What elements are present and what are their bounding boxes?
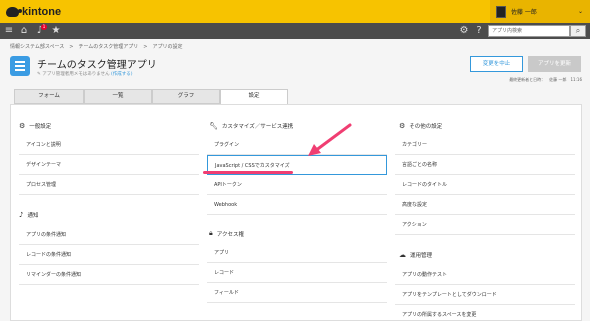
logo-text: kintone [22, 5, 62, 18]
settings-item-actions[interactable]: アクション [395, 215, 575, 235]
search-icon[interactable]: ⌕ [570, 25, 586, 37]
settings-item-access-field[interactable]: フィールド [207, 283, 387, 303]
tab-graph[interactable]: グラフ [152, 89, 220, 104]
help-icon[interactable]: ? [473, 25, 485, 37]
settings-item-download-template[interactable]: アプリをテンプレートとしてダウンロード [395, 285, 575, 305]
gear-icon: ⚙ [19, 122, 26, 130]
annotation-arrow [308, 123, 352, 156]
settings-item-record-notifications[interactable]: レコードの条件通知 [19, 245, 199, 265]
page-title: チームのタスク管理アプリ [37, 60, 157, 71]
wrench-icon: 🔧︎ [209, 122, 218, 130]
menu-icon[interactable]: ≡ [3, 25, 15, 37]
settings-item-design-theme[interactable]: デザインテーマ [19, 155, 199, 175]
settings-item-reminder-notifications[interactable]: リマインダーの条件通知 [19, 265, 199, 285]
global-nav: ≡ ⌂ ♪ 1 ★ ⚙ ? アプリ内検索 ⌕ [0, 23, 590, 39]
bee-icon [6, 6, 22, 17]
settings-item-category[interactable]: カテゴリー [395, 135, 575, 155]
section-other: ⚙ その他の設定 [399, 122, 443, 130]
star-icon[interactable]: ★ [50, 25, 62, 37]
kintone-logo[interactable]: kintone [6, 4, 61, 19]
bell-icon: ♪ [19, 211, 24, 219]
tab-settings[interactable]: 設定 [220, 89, 288, 105]
app-list-icon [10, 56, 30, 76]
lock-icon: 🔒︎ [209, 229, 213, 237]
user-name: 佐藤 一郎 [511, 9, 537, 16]
avatar [496, 5, 506, 18]
app-search-input[interactable]: アプリ内検索 [488, 25, 570, 37]
user-menu[interactable]: 佐藤 一郎 ⌄ [490, 0, 590, 23]
app-memo: ✎ アプリ管理者用メモはありません (作成する) [37, 71, 133, 77]
create-memo-link[interactable]: (作成する) [111, 72, 133, 77]
tab-list[interactable]: 一覧 [84, 89, 152, 104]
settings-item-advanced[interactable]: 高度な設定 [395, 195, 575, 215]
cloud-icon: ☁ [399, 251, 406, 259]
section-general: ⚙ 一般設定 [19, 122, 52, 130]
settings-item-icon-description[interactable]: アイコンと説明 [19, 135, 199, 155]
annotation-underline [203, 171, 293, 174]
settings-item-webhook[interactable]: Webhook [207, 195, 387, 215]
cancel-changes-button[interactable]: 変更を中止 [470, 56, 523, 72]
settings-item-record-title[interactable]: レコードのタイトル [395, 175, 575, 195]
notification-badge: 1 [41, 24, 47, 30]
chevron-down-icon: ⌄ [577, 8, 583, 15]
section-notifications: ♪ 通知 [19, 211, 39, 219]
tab-form[interactable]: フォーム [14, 89, 84, 104]
settings-item-language-names[interactable]: 言語ごとの名称 [395, 155, 575, 175]
settings-item-process[interactable]: プロセス管理 [19, 175, 199, 195]
settings-item-test[interactable]: アプリの動作テスト [395, 265, 575, 285]
settings-item-api-token[interactable]: APIトークン [207, 175, 387, 195]
last-updated: 最終更新者と日時： 佐藤 一郎 11:16 [509, 77, 582, 82]
gears-icon: ⚙ [399, 122, 406, 130]
section-customize: 🔧︎ カスタマイズ／サービス連携 [209, 122, 294, 130]
gear-icon[interactable]: ⚙ [458, 25, 470, 37]
memo-text: アプリ管理者用メモはありません [42, 72, 110, 77]
section-operations: ☁ 運用管理 [399, 251, 433, 259]
breadcrumb[interactable]: 情報システム部スペース > チームのタスク管理アプリ > アプリの設定 [10, 43, 182, 50]
settings-item-plugins[interactable]: プラグイン [207, 135, 387, 155]
home-icon[interactable]: ⌂ [18, 25, 30, 37]
settings-item-access-app[interactable]: アプリ [207, 243, 387, 263]
settings-item-app-notifications[interactable]: アプリの条件通知 [19, 225, 199, 245]
top-header: kintone 佐藤 一郎 ⌄ [0, 0, 590, 23]
update-app-button[interactable]: アプリを更新 [528, 56, 581, 72]
settings-panel: ⚙ 一般設定 アイコンと説明 デザインテーマ プロセス管理 ♪ 通知 アプリの条… [10, 104, 582, 321]
section-access: 🔒︎ アクセス権 [209, 229, 244, 238]
settings-item-change-space[interactable]: アプリの所属するスペースを変更 [395, 305, 575, 321]
settings-item-access-record[interactable]: レコード [207, 263, 387, 283]
